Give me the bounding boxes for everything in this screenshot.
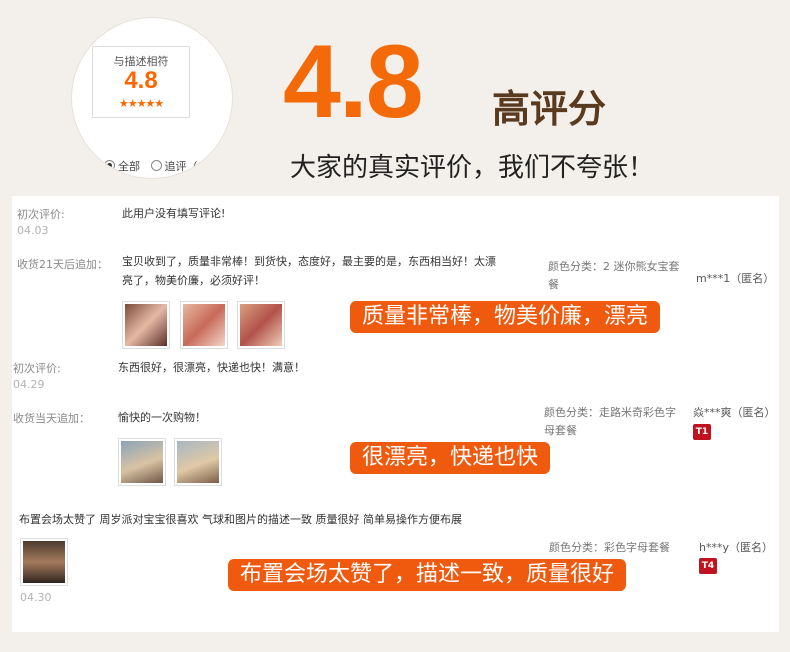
filter-all[interactable]: 全部 — [104, 160, 140, 173]
filter-row: 全部 追评（8 — [104, 158, 205, 174]
filter-followup[interactable]: 追评（8 — [150, 160, 205, 173]
reviewer-name: h***y（匿名） — [699, 541, 773, 554]
sku-info: 颜色分类：2 迷你熊女宝套餐 — [548, 260, 680, 291]
review-date: 04.03 — [17, 224, 49, 237]
review-label: 初次评价: — [17, 208, 65, 221]
review-photo[interactable] — [20, 538, 68, 586]
followup-text: 宝贝收到了，质量非常棒！到货快，态度好，最主要的是，东西相当好！太漂亮了，物美价… — [122, 255, 496, 287]
rating-stars: ★★★★★ — [118, 97, 164, 110]
rating-summary-circle: 与描述相符 4.8 ★★★★★ 全部 追评（8 — [72, 18, 232, 178]
radio-icon[interactable] — [150, 160, 162, 171]
review-date: 04.30 — [20, 591, 52, 604]
review-text: 东西很好，很漂亮，快递也快！满意！ — [118, 361, 305, 374]
followup-text: 愉快的一次购物！ — [118, 411, 206, 424]
slogan: 大家的真实评价，我们不夸张！ — [290, 153, 655, 183]
review-panel: 初次评价: 04.03 此用户没有填写评论! 收货21天后追加： 宝贝收到了，质… — [12, 196, 779, 632]
review-photo[interactable] — [122, 301, 170, 349]
review-photo[interactable] — [174, 438, 222, 486]
highlight-callout: 很漂亮，快递也快 — [350, 442, 551, 474]
rating-score: 4.8 — [124, 67, 158, 94]
review-text: 布置会场太赞了 周岁派对宝宝很喜欢 气球和图片的描述一致 质量很好 简单易操作方… — [19, 513, 462, 526]
rating-card: 与描述相符 4.8 ★★★★★ — [92, 46, 190, 118]
followup-label: 收货当天追加： — [13, 412, 90, 425]
reviewer-name: 焱***爽（匿名） — [693, 406, 776, 419]
review-photo[interactable] — [237, 301, 285, 349]
member-level-icon: T1 — [693, 424, 711, 440]
sku-info: 颜色分类：彩色字母套餐 — [549, 541, 670, 554]
review-photo[interactable] — [180, 301, 228, 349]
review-label: 初次评价: — [13, 362, 61, 375]
sku-info: 颜色分类：走路米奇彩色字母套餐 — [544, 406, 676, 437]
followup-label: 收货21天后追加： — [17, 258, 108, 271]
review-text: 此用户没有填写评论! — [122, 207, 226, 220]
reviewer-name: m***1（匿名） — [696, 272, 775, 285]
highlight-callout: 质量非常棒，物美价廉，漂亮 — [350, 301, 661, 333]
review-date: 04.29 — [13, 378, 45, 391]
review-photo[interactable] — [118, 438, 166, 486]
member-level-icon: T4 — [699, 558, 717, 574]
radio-selected-icon[interactable] — [104, 160, 115, 171]
highlight-callout: 布置会场太赞了，描述一致，质量很好 — [228, 559, 627, 591]
score-caption: 高评分 — [492, 87, 607, 131]
big-score: 4.8 — [283, 24, 424, 140]
